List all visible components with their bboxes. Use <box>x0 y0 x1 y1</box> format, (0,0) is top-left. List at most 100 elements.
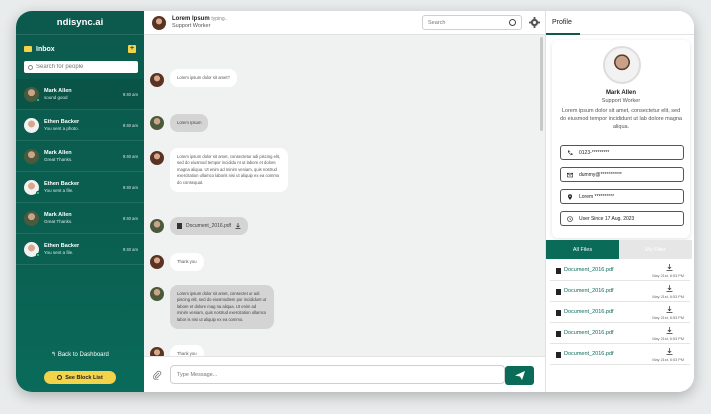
contact-time: 9:40 am <box>122 122 138 128</box>
file-row[interactable]: Document_2016.pdf May 21st, 6:53 PM <box>550 261 690 281</box>
contact-name: Mark Allen <box>44 150 72 156</box>
avatar <box>603 46 641 84</box>
avatar <box>24 148 39 164</box>
file-name[interactable]: Document_2016.pdf <box>564 309 614 315</box>
file-row[interactable]: Document_2016.pdf May 21st, 6:53 PM <box>550 282 690 302</box>
contact-item[interactable]: Ethen Backer You sent a file. 9:40 am <box>16 234 144 265</box>
user-since-field: User Since 17 Aug. 2023 <box>560 211 684 226</box>
chat-contact-name: Lorem Ipsum <box>172 16 210 22</box>
file-icon <box>177 223 182 230</box>
file-icon <box>556 289 561 295</box>
chat-search-input[interactable] <box>428 19 508 26</box>
contact-preview: Great Thanks. <box>44 157 73 162</box>
contact-time: 9:40 am <box>122 153 138 159</box>
file-name[interactable]: Document_2016.pdf <box>564 267 614 273</box>
chat-scrollbar[interactable] <box>540 37 543 131</box>
contact-item[interactable]: Mark Allen sound good 9:40 am <box>16 79 144 110</box>
download-icon[interactable] <box>666 327 673 334</box>
download-icon[interactable] <box>235 223 241 230</box>
online-indicator <box>36 97 40 102</box>
message-incoming: Thank you <box>150 253 204 272</box>
profile-tab-label: Profile <box>552 19 572 26</box>
gear-icon[interactable] <box>529 17 540 28</box>
avatar <box>24 210 39 226</box>
contact-preview: Great Thanks. <box>44 219 73 224</box>
see-block-list-button[interactable]: See Block List <box>44 371 116 384</box>
message-input-box[interactable] <box>170 365 505 384</box>
send-button[interactable] <box>505 366 534 385</box>
paperclip-icon[interactable] <box>152 370 162 380</box>
profile-tab[interactable]: Profile <box>546 11 694 35</box>
search-icon <box>28 64 33 70</box>
download-icon[interactable] <box>666 285 673 292</box>
search-icon[interactable] <box>509 19 516 26</box>
online-indicator <box>36 252 40 257</box>
people-search-input[interactable] <box>36 64 136 70</box>
contact-item[interactable]: Ethen Backer You sent a photo. 9:40 am <box>16 110 144 141</box>
message-incoming: Lorem ipsum dolor sit amet, consectetur … <box>150 148 288 193</box>
new-chat-button[interactable]: + <box>128 45 136 53</box>
message-list: Lorem ipsum dolor sit amet? Lorem Ipsum … <box>144 35 539 364</box>
file-name[interactable]: Document_2016.pdf <box>186 223 231 229</box>
avatar <box>24 117 39 133</box>
tab-all-files[interactable]: All Files <box>546 240 619 259</box>
download-icon[interactable] <box>666 348 673 355</box>
profile-bio: Lorem ipsum dolor sit amet, consectetur … <box>560 108 682 130</box>
contact-item[interactable]: Mark Allen Great Thanks. 9:40 am <box>16 141 144 172</box>
avatar <box>150 287 164 301</box>
contact-preview: You sent a photo. <box>44 126 79 131</box>
contact-preview: You sent a file. <box>44 188 74 193</box>
download-icon[interactable] <box>666 264 673 271</box>
file-name[interactable]: Document_2016.pdf <box>564 351 614 357</box>
people-search[interactable] <box>24 61 138 73</box>
message-bubble: Lorem ipsum dolor sit amet, consectet ur… <box>170 285 274 330</box>
message-bubble: Lorem ipsum dolor sit amet? <box>170 69 237 88</box>
inbox-label: Inbox <box>36 45 55 53</box>
typing-status: typing.. <box>211 16 228 22</box>
contact-preview: You sent a file. <box>44 250 74 255</box>
contact-item[interactable]: Mark Allen Great Thanks. 9:40 am <box>16 203 144 234</box>
file-row[interactable]: Document_2016.pdf May 21st, 6:53 PM <box>550 303 690 323</box>
tab-my-files[interactable]: My Files <box>619 240 692 259</box>
file-name[interactable]: Document_2016.pdf <box>564 288 614 294</box>
chat-panel: Lorem Ipsum typing.. Support Worker Lore… <box>144 11 546 392</box>
message-bubble: Thank you <box>170 253 204 272</box>
history-icon <box>567 215 573 222</box>
inbox-icon <box>24 46 32 52</box>
avatar <box>24 179 40 195</box>
inbox-header: Inbox + <box>16 35 144 53</box>
file-row[interactable]: Document_2016.pdf May 21st, 6:53 PM <box>550 324 690 344</box>
contact-name: Ethen Backer <box>44 181 80 187</box>
app-window: ndisync.ai Inbox + Mark Allen sound good… <box>16 11 694 392</box>
back-to-dashboard-link[interactable]: ↰ Back to Dashboard <box>16 351 144 358</box>
email-field: dummy@*********** <box>560 167 684 182</box>
message-incoming: Lorem ipsum dolor sit amet? <box>150 69 237 88</box>
contact-preview: sound good <box>44 95 68 100</box>
contact-time: 9:40 am <box>122 246 138 252</box>
sidebar: ndisync.ai Inbox + Mark Allen sound good… <box>16 11 144 392</box>
avatar <box>152 15 166 30</box>
file-date: May 21st, 6:53 PM <box>652 358 684 362</box>
contact-name: Ethen Backer <box>44 243 80 249</box>
contact-name: Ethen Backer <box>44 119 80 125</box>
contact-item[interactable]: Ethen Backer You sent a file. 9:40 am <box>16 172 144 203</box>
profile-name: Mark Allen <box>605 90 637 96</box>
contact-time: 9:40 am <box>122 184 138 190</box>
file-icon <box>556 310 561 316</box>
message-file: Document_2016.pdf <box>150 217 249 236</box>
chat-contact-role: Support Worker <box>172 23 211 29</box>
chat-search[interactable] <box>422 15 522 30</box>
phone-icon <box>568 150 573 155</box>
file-row[interactable]: Document_2016.pdf May 21st, 6:53 PM <box>550 345 690 365</box>
file-date: May 21st, 6:53 PM <box>652 274 684 278</box>
download-icon[interactable] <box>666 306 673 313</box>
file-date: May 21st, 6:53 PM <box>652 316 684 320</box>
back-arrow-icon: ↰ <box>51 352 57 358</box>
message-input[interactable] <box>177 371 477 378</box>
contact-name: Mark Allen <box>44 212 72 218</box>
brand-logo: ndisync.ai <box>16 11 144 35</box>
file-attachment[interactable]: Document_2016.pdf <box>170 217 249 236</box>
file-name[interactable]: Document_2016.pdf <box>564 330 614 336</box>
message-bubble: Lorem Ipsum <box>170 114 209 133</box>
avatar <box>150 151 164 165</box>
